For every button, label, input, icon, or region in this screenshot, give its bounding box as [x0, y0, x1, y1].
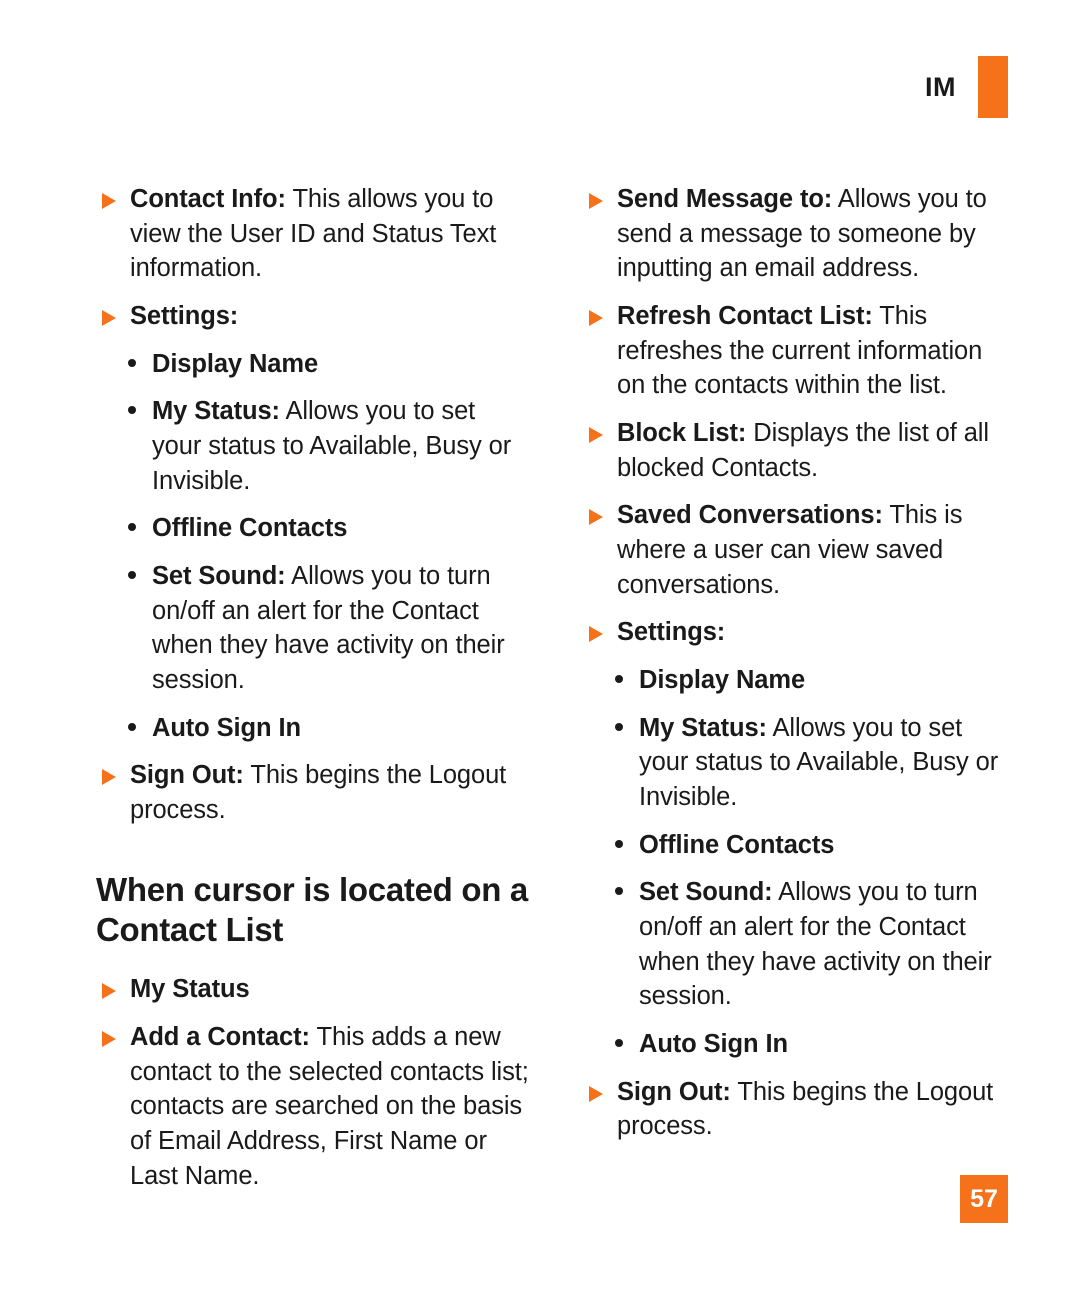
content-columns: Contact Info: This allows you to view th… [96, 182, 1016, 1206]
bullet-item-dot: Auto Sign In [96, 711, 529, 746]
item-term: Display Name [639, 666, 806, 695]
bullet-item-dot: Display Name [96, 347, 529, 382]
item-term: Refresh Contact List: [617, 302, 873, 331]
bullet-item-triangle: Refresh Contact List: This refreshes the… [583, 299, 1016, 403]
bullet-item-triangle: Settings: [583, 615, 1016, 650]
item-term: Set Sound: [639, 878, 773, 907]
right-column: Send Message to: Allows you to send a me… [583, 182, 1016, 1206]
item-term: Sign Out: [617, 1077, 731, 1106]
right-column-list: Send Message to: Allows you to send a me… [583, 182, 1016, 1144]
item-term: Settings: [617, 618, 726, 647]
item-term: Offline Contacts [639, 830, 835, 859]
bullet-item-dot: Auto Sign In [583, 1027, 1016, 1062]
page-header: IM [925, 56, 1008, 118]
bullet-item-dot: My Status: Allows you to set your status… [96, 394, 529, 498]
bullet-item-triangle: Sign Out: This begins the Logout process… [96, 758, 529, 827]
bullet-item-triangle: Settings: [96, 299, 529, 334]
bullet-item-triangle: Add a Contact: This adds a new contact t… [96, 1020, 529, 1193]
item-term: Settings: [130, 302, 239, 331]
item-term: Saved Conversations: [617, 501, 883, 530]
item-term: Sign Out: [130, 761, 244, 790]
item-term: Auto Sign In [639, 1030, 788, 1059]
item-term: Contact Info: [130, 185, 286, 213]
left-column: Contact Info: This allows you to view th… [96, 182, 529, 1206]
header-section-label: IM [925, 71, 956, 102]
item-term: My Status [130, 975, 250, 1004]
left-column-list-bottom: My Status Add a Contact: This adds a new … [96, 972, 529, 1193]
section-heading: When cursor is located on a Contact List [96, 870, 528, 948]
item-term: My Status: [152, 397, 280, 426]
item-term: Add a Contact: [130, 1022, 310, 1051]
bullet-item-triangle: Saved Conversations: This is where a use… [583, 498, 1016, 602]
bullet-item-dot: Offline Contacts [96, 511, 529, 546]
header-accent-tab [978, 56, 1008, 118]
bullet-item-triangle: Block List: Displays the list of all blo… [583, 416, 1016, 485]
bullet-item-dot: Offline Contacts [583, 828, 1016, 863]
item-term: My Status: [639, 713, 767, 742]
bullet-item-dot: Display Name [583, 663, 1016, 698]
page-number-badge: 57 [960, 1175, 1008, 1223]
bullet-item-triangle: My Status [96, 972, 529, 1007]
item-term: Block List: [617, 419, 747, 448]
item-term: Auto Sign In [152, 713, 301, 742]
bullet-item-triangle: Contact Info: This allows you to view th… [96, 182, 529, 286]
item-term: Display Name [152, 349, 319, 378]
bullet-item-dot: Set Sound: Allows you to turn on/off an … [583, 875, 1016, 1014]
item-term: Set Sound: [152, 562, 286, 591]
bullet-item-triangle: Send Message to: Allows you to send a me… [583, 182, 1016, 286]
item-term: Offline Contacts [152, 514, 348, 543]
bullet-item-dot: My Status: Allows you to set your status… [583, 711, 1016, 815]
bullet-item-dot: Set Sound: Allows you to turn on/off an … [96, 559, 529, 698]
item-term: Send Message to: [617, 185, 833, 213]
left-column-list-top: Contact Info: This allows you to view th… [96, 182, 529, 828]
bullet-item-triangle: Sign Out: This begins the Logout process… [583, 1075, 1016, 1144]
